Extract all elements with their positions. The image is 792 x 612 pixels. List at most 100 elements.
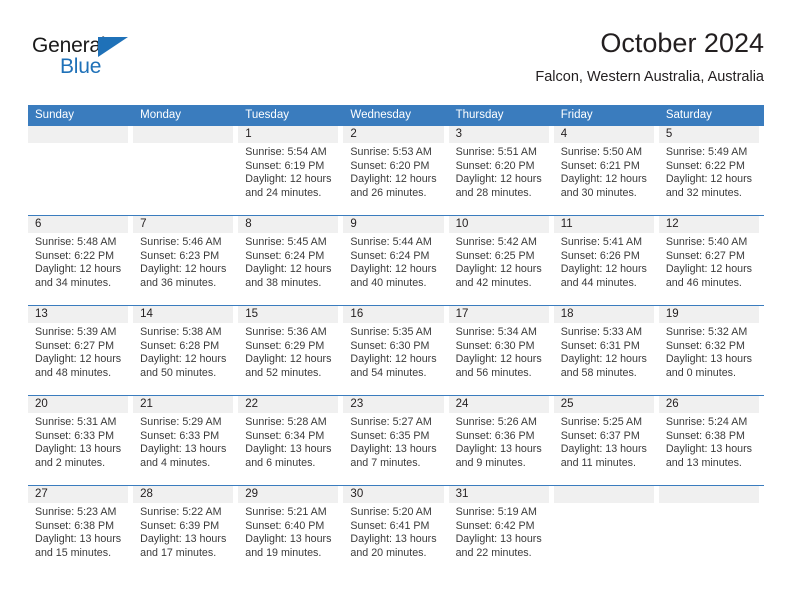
- day-cell[interactable]: 3 Sunrise: 5:51 AM Sunset: 6:20 PM Daylight…: [448, 126, 554, 215]
- weekday-tuesday: Tuesday: [245, 109, 289, 121]
- day-cell[interactable]: 1 Sunrise: 5:54 AM Sunset: 6:19 PM Daylight…: [238, 126, 343, 215]
- day-cell[interactable]: 9 Sunrise: 5:44 AM Sunset: 6:24 PM Daylight…: [343, 216, 448, 305]
- blue-triangle-icon: [98, 37, 128, 57]
- daylight-text: Daylight: 12 hours and 46 minutes.: [665, 263, 752, 289]
- daylight-text: Daylight: 12 hours and 48 minutes.: [35, 353, 122, 379]
- day-details: Sunrise: 5:31 AM Sunset: 6:33 PM Daylight:…: [28, 416, 128, 470]
- day-number: 22: [238, 396, 339, 413]
- day-details: Sunrise: 5:29 AM Sunset: 6:33 PM Daylight:…: [133, 416, 233, 470]
- day-cell[interactable]: 7 Sunrise: 5:46 AM Sunset: 6:23 PM Daylight…: [133, 216, 238, 305]
- day-cell[interactable]: 18 Sunrise: 5:33 AM Sunset: 6:31 PM Dayligh…: [553, 306, 659, 395]
- day-cell-empty: [28, 126, 133, 215]
- daylight-text: Daylight: 12 hours and 26 minutes.: [350, 173, 437, 199]
- day-cell[interactable]: 15 Sunrise: 5:36 AM Sunset: 6:29 PM Dayligh…: [238, 306, 343, 395]
- day-number: 2: [343, 126, 444, 143]
- day-details: Sunrise: 5:25 AM Sunset: 6:37 PM Daylight:…: [554, 416, 654, 470]
- calendar-week-row: 20 Sunrise: 5:31 AM Sunset: 6:33 PM Dayligh…: [28, 395, 764, 485]
- day-cell[interactable]: 2 Sunrise: 5:53 AM Sunset: 6:20 PM Daylight…: [343, 126, 448, 215]
- weekday-friday: Friday: [560, 109, 593, 121]
- day-cell[interactable]: 23 Sunrise: 5:27 AM Sunset: 6:35 PM Dayligh…: [343, 396, 448, 485]
- day-details: Sunrise: 5:38 AM Sunset: 6:28 PM Daylight:…: [133, 326, 233, 380]
- day-number: 24: [448, 396, 549, 413]
- sunset-text: Sunset: 6:25 PM: [455, 249, 535, 262]
- day-number: 1: [238, 126, 339, 143]
- sunrise-text: Sunrise: 5:54 AM: [245, 146, 327, 158]
- day-cell[interactable]: 13 Sunrise: 5:39 AM Sunset: 6:27 PM Dayligh…: [28, 306, 133, 395]
- daylight-text: Daylight: 12 hours and 30 minutes.: [560, 173, 647, 199]
- day-number: [28, 126, 129, 143]
- day-cell[interactable]: 25 Sunrise: 5:25 AM Sunset: 6:37 PM Dayligh…: [553, 396, 659, 485]
- weekday-sunday: Sunday: [35, 109, 75, 121]
- day-number: 9: [343, 216, 444, 233]
- day-cell[interactable]: 29 Sunrise: 5:21 AM Sunset: 6:40 PM Dayligh…: [238, 486, 343, 575]
- day-cell[interactable]: 19 Sunrise: 5:32 AM Sunset: 6:32 PM Dayligh…: [658, 306, 764, 395]
- calendar-week-row: 27 Sunrise: 5:23 AM Sunset: 6:38 PM Dayligh…: [28, 485, 764, 575]
- day-cell-empty: [133, 126, 238, 215]
- daylight-text: Daylight: 13 hours and 9 minutes.: [455, 443, 542, 469]
- daylight-text: Daylight: 12 hours and 44 minutes.: [560, 263, 647, 289]
- day-cell[interactable]: 30 Sunrise: 5:20 AM Sunset: 6:41 PM Dayligh…: [343, 486, 448, 575]
- general-blue-logo[interactable]: General Blue: [32, 34, 162, 82]
- day-cell[interactable]: 21 Sunrise: 5:29 AM Sunset: 6:33 PM Dayligh…: [133, 396, 238, 485]
- daylight-text: Daylight: 13 hours and 2 minutes.: [35, 443, 122, 469]
- weekday-monday: Monday: [140, 109, 182, 121]
- day-number: 3: [448, 126, 549, 143]
- sunrise-text: Sunrise: 5:32 AM: [665, 326, 748, 338]
- day-details: Sunrise: 5:24 AM Sunset: 6:38 PM Daylight:…: [659, 416, 759, 470]
- day-details: Sunrise: 5:48 AM Sunset: 6:22 PM Daylight:…: [28, 236, 128, 290]
- day-number: 20: [28, 396, 129, 413]
- day-cell[interactable]: 8 Sunrise: 5:45 AM Sunset: 6:24 PM Daylight…: [238, 216, 343, 305]
- day-cell[interactable]: 4 Sunrise: 5:50 AM Sunset: 6:21 PM Daylight…: [553, 126, 659, 215]
- day-cell[interactable]: 10 Sunrise: 5:42 AM Sunset: 6:25 PM Dayligh…: [448, 216, 554, 305]
- day-cell[interactable]: 27 Sunrise: 5:23 AM Sunset: 6:38 PM Dayligh…: [28, 486, 133, 575]
- day-cell[interactable]: 20 Sunrise: 5:31 AM Sunset: 6:33 PM Dayligh…: [28, 396, 133, 485]
- calendar-weeks: 1 Sunrise: 5:54 AM Sunset: 6:19 PM Daylight…: [28, 126, 764, 575]
- day-cell[interactable]: 26 Sunrise: 5:24 AM Sunset: 6:38 PM Dayligh…: [658, 396, 764, 485]
- sunrise-text: Sunrise: 5:44 AM: [350, 236, 432, 248]
- day-cell[interactable]: 24 Sunrise: 5:26 AM Sunset: 6:36 PM Dayligh…: [448, 396, 554, 485]
- day-details: Sunrise: 5:26 AM Sunset: 6:36 PM Daylight:…: [449, 416, 549, 470]
- daylight-text: Daylight: 12 hours and 28 minutes.: [455, 173, 542, 199]
- day-cell[interactable]: 22 Sunrise: 5:28 AM Sunset: 6:34 PM Dayligh…: [238, 396, 343, 485]
- sunset-text: Sunset: 6:33 PM: [35, 429, 115, 442]
- daylight-text: Daylight: 12 hours and 24 minutes.: [245, 173, 332, 199]
- day-cell[interactable]: 28 Sunrise: 5:22 AM Sunset: 6:39 PM Dayligh…: [133, 486, 238, 575]
- sunset-text: Sunset: 6:30 PM: [455, 339, 535, 352]
- day-number: 11: [553, 216, 654, 233]
- daylight-text: Daylight: 13 hours and 20 minutes.: [350, 533, 437, 559]
- sunrise-text: Sunrise: 5:50 AM: [560, 146, 643, 158]
- sunset-text: Sunset: 6:42 PM: [455, 519, 535, 532]
- day-cell[interactable]: 31 Sunrise: 5:19 AM Sunset: 6:42 PM Dayligh…: [448, 486, 554, 575]
- day-cell[interactable]: 5 Sunrise: 5:49 AM Sunset: 6:22 PM Daylight…: [658, 126, 764, 215]
- sunrise-text: Sunrise: 5:36 AM: [245, 326, 327, 338]
- day-number: 25: [553, 396, 654, 413]
- sunset-text: Sunset: 6:37 PM: [560, 429, 640, 442]
- day-number: 12: [658, 216, 759, 233]
- calendar-page: General Blue October 2024 Falcon, Wester…: [0, 0, 792, 612]
- day-cell[interactable]: 14 Sunrise: 5:38 AM Sunset: 6:28 PM Dayligh…: [133, 306, 238, 395]
- sunrise-text: Sunrise: 5:19 AM: [455, 506, 537, 518]
- day-details: Sunrise: 5:42 AM Sunset: 6:25 PM Daylight:…: [449, 236, 549, 290]
- daylight-text: Daylight: 13 hours and 0 minutes.: [665, 353, 752, 379]
- sunset-text: Sunset: 6:24 PM: [350, 249, 430, 262]
- weekday-wednesday: Wednesday: [350, 109, 411, 121]
- sunrise-text: Sunrise: 5:35 AM: [350, 326, 432, 338]
- day-cell[interactable]: 12 Sunrise: 5:40 AM Sunset: 6:27 PM Dayligh…: [658, 216, 764, 305]
- daylight-text: Daylight: 12 hours and 36 minutes.: [140, 263, 227, 289]
- day-cell-empty: [658, 486, 764, 575]
- day-number: 14: [133, 306, 234, 323]
- day-cell[interactable]: 6 Sunrise: 5:48 AM Sunset: 6:22 PM Daylight…: [28, 216, 133, 305]
- daylight-text: Daylight: 12 hours and 50 minutes.: [140, 353, 227, 379]
- day-details: Sunrise: 5:21 AM Sunset: 6:40 PM Daylight:…: [238, 506, 338, 560]
- day-number: 13: [28, 306, 129, 323]
- sunset-text: Sunset: 6:20 PM: [350, 159, 430, 172]
- sunrise-text: Sunrise: 5:22 AM: [140, 506, 222, 518]
- day-cell[interactable]: 11 Sunrise: 5:41 AM Sunset: 6:26 PM Dayligh…: [553, 216, 659, 305]
- day-number: 29: [238, 486, 339, 503]
- sunset-text: Sunset: 6:27 PM: [665, 249, 745, 262]
- sunrise-text: Sunrise: 5:41 AM: [560, 236, 643, 248]
- day-cell[interactable]: 16 Sunrise: 5:35 AM Sunset: 6:30 PM Dayligh…: [343, 306, 448, 395]
- sunrise-text: Sunrise: 5:25 AM: [560, 416, 643, 428]
- day-cell[interactable]: 17 Sunrise: 5:34 AM Sunset: 6:30 PM Dayligh…: [448, 306, 554, 395]
- day-number: 5: [658, 126, 759, 143]
